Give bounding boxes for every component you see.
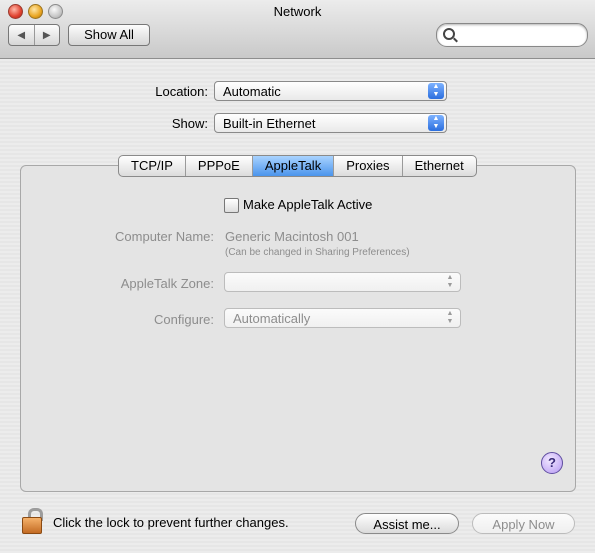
show-popup[interactable]: Built-in Ethernet ▲ ▼ — [214, 113, 447, 133]
search-icon — [443, 28, 455, 40]
tab-proxies[interactable]: Proxies — [333, 156, 401, 176]
tab-tcp-ip[interactable]: TCP/IP — [119, 156, 185, 176]
location-label: Location: — [155, 84, 208, 99]
make-appletalk-active-label[interactable]: Make AppleTalk Active — [243, 197, 372, 212]
make-appletalk-active-checkbox[interactable] — [224, 198, 239, 213]
window-title: Network — [273, 4, 322, 19]
assist-me-button[interactable]: Assist me... — [355, 513, 459, 534]
location-popup[interactable]: Automatic ▲ ▼ — [214, 81, 447, 101]
configure-value: Automatically — [233, 311, 311, 326]
apply-now-button[interactable]: Apply Now — [472, 513, 575, 534]
tab-pppoe[interactable]: PPPoE — [184, 156, 252, 176]
location-value: Automatic — [223, 84, 281, 99]
tab-appletalk[interactable]: AppleTalk — [251, 156, 334, 176]
popup-arrows-icon: ▲ ▼ — [428, 83, 444, 99]
popup-arrows-icon: ▲ ▼ — [446, 274, 454, 289]
network-preferences-window: Network ◀ ▶ Show All Location: Automatic… — [0, 0, 595, 553]
forward-arrow-icon[interactable]: ▶ — [33, 25, 60, 45]
title-bar: Network ◀ ▶ Show All — [0, 0, 595, 59]
appletalk-zone-label: AppleTalk Zone: — [120, 276, 214, 291]
appletalk-zone-popup[interactable]: ▲ ▼ — [224, 272, 461, 292]
computer-name-value: Generic Macintosh 001 — [225, 229, 359, 244]
show-value: Built-in Ethernet — [223, 116, 316, 131]
tab-bar: TCP/IP PPPoE AppleTalk Proxies Ethernet — [118, 155, 477, 177]
computer-name-hint: (Can be changed in Sharing Preferences) — [225, 247, 410, 258]
back-arrow-icon[interactable]: ◀ — [9, 25, 34, 45]
popup-arrows-icon: ▲ ▼ — [446, 310, 454, 325]
search-field[interactable] — [436, 23, 588, 47]
popup-arrows-icon: ▲ ▼ — [428, 115, 444, 131]
tab-ethernet[interactable]: Ethernet — [401, 156, 476, 176]
configure-popup[interactable]: Automatically ▲ ▼ — [224, 308, 461, 328]
lock-status-text: Click the lock to prevent further change… — [53, 515, 289, 530]
help-button[interactable]: ? — [541, 452, 563, 474]
lock-icon[interactable] — [20, 508, 44, 534]
configure-label: Configure: — [154, 312, 214, 327]
history-navigation: ◀ ▶ — [8, 24, 60, 46]
computer-name-label: Computer Name: — [115, 229, 214, 244]
show-label: Show: — [171, 116, 208, 131]
show-all-button[interactable]: Show All — [68, 24, 150, 46]
